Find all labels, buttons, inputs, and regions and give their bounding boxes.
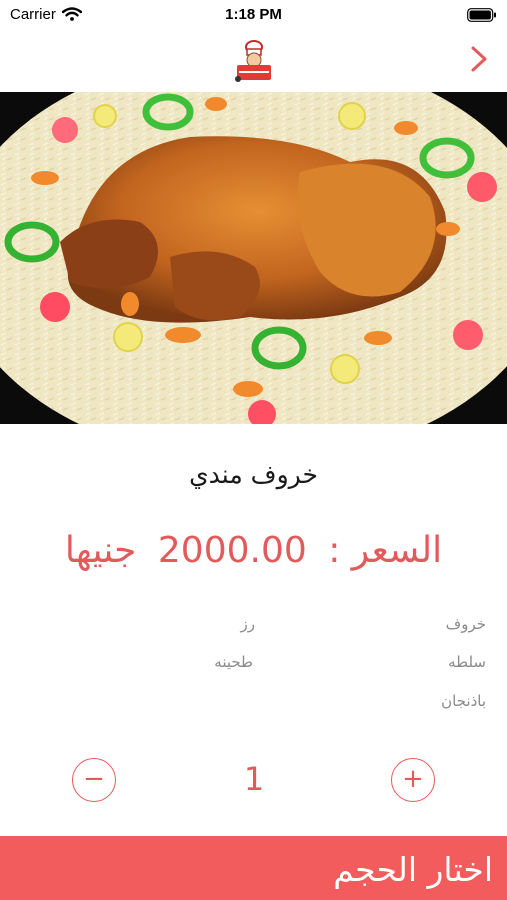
price-value: 2000.00 bbox=[157, 530, 307, 571]
ingredient-item: طحينه bbox=[214, 653, 253, 671]
price-label: السعر : bbox=[328, 530, 443, 571]
navigation-bar bbox=[0, 30, 507, 90]
decrease-quantity-button[interactable]: − bbox=[72, 758, 116, 802]
product-name: خروف مندي bbox=[189, 460, 318, 489]
ingredient-item: سلطه bbox=[448, 653, 486, 671]
back-button[interactable] bbox=[467, 44, 491, 74]
increase-quantity-button[interactable]: + bbox=[391, 758, 435, 802]
clock: 1:18 PM bbox=[225, 6, 282, 23]
restaurant-logo-icon[interactable] bbox=[231, 38, 277, 84]
battery-icon bbox=[467, 7, 497, 26]
price-row: السعر : 2000.00 جنيها bbox=[0, 530, 507, 571]
choose-size-label: اختار الحجم bbox=[333, 850, 493, 889]
status-bar: Carrier 1:18 PM bbox=[0, 0, 507, 28]
ingredient-item: خروف bbox=[445, 615, 486, 633]
choose-size-button[interactable]: اختار الحجم bbox=[0, 836, 507, 900]
ingredient-item: رز bbox=[240, 615, 256, 633]
quantity-value: 1 bbox=[243, 760, 265, 798]
product-image bbox=[0, 92, 507, 424]
price-currency: جنيها bbox=[64, 530, 137, 571]
ingredient-item: باذنجان bbox=[441, 692, 486, 710]
